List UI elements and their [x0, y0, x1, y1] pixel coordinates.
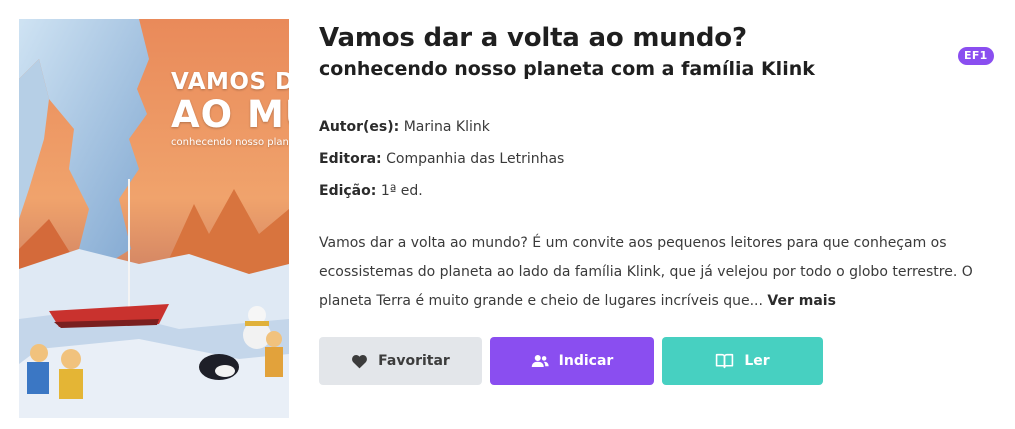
book-cover[interactable]: VAMOS DAR AO MU conhecendo nosso plane [19, 19, 289, 418]
book-header: Vamos dar a volta ao mundo? conhecendo n… [319, 20, 979, 82]
book-description: Vamos dar a volta ao mundo? É um convite… [319, 229, 979, 316]
favorite-button[interactable]: Favoritar [319, 337, 482, 385]
recommend-button[interactable]: Indicar [490, 337, 654, 385]
publisher-row: Editora: Companhia das Letrinhas [319, 148, 564, 180]
recommend-label: Indicar [558, 353, 614, 369]
cover-title-line1: VAMOS DAR [171, 69, 289, 95]
grade-badge: EF1 [958, 47, 994, 65]
edition-label: Edição: [319, 183, 377, 199]
publisher-value: Companhia das Letrinhas [386, 151, 565, 167]
users-icon [531, 355, 549, 367]
author-label: Autor(es): [319, 119, 400, 135]
cover-title-line3: conhecendo nosso plane [171, 137, 289, 148]
read-button[interactable]: Ler [662, 337, 823, 385]
author-row: Autor(es): Marina Klink [319, 116, 564, 148]
heart-icon [352, 354, 368, 368]
action-buttons: Favoritar Indicar Ler [319, 337, 831, 385]
book-meta: Autor(es): Marina Klink Editora: Companh… [319, 116, 564, 212]
edition-row: Edição: 1ª ed. [319, 180, 564, 212]
book-title: Vamos dar a volta ao mundo? [319, 23, 747, 53]
favorite-label: Favoritar [378, 353, 450, 369]
see-more-link[interactable]: Ver mais [767, 293, 836, 309]
cover-title: VAMOS DAR AO MU conhecendo nosso plane [171, 69, 289, 148]
publisher-label: Editora: [319, 151, 382, 167]
read-label: Ler [744, 353, 770, 369]
author-value: Marina Klink [403, 119, 490, 135]
description-text: Vamos dar a volta ao mundo? É um convite… [319, 235, 973, 309]
open-book-icon [716, 353, 734, 369]
book-subtitle: conhecendo nosso planeta com a família K… [319, 58, 815, 80]
edition-value: 1ª ed. [380, 183, 423, 199]
cover-title-line2: AO MU [171, 93, 289, 136]
